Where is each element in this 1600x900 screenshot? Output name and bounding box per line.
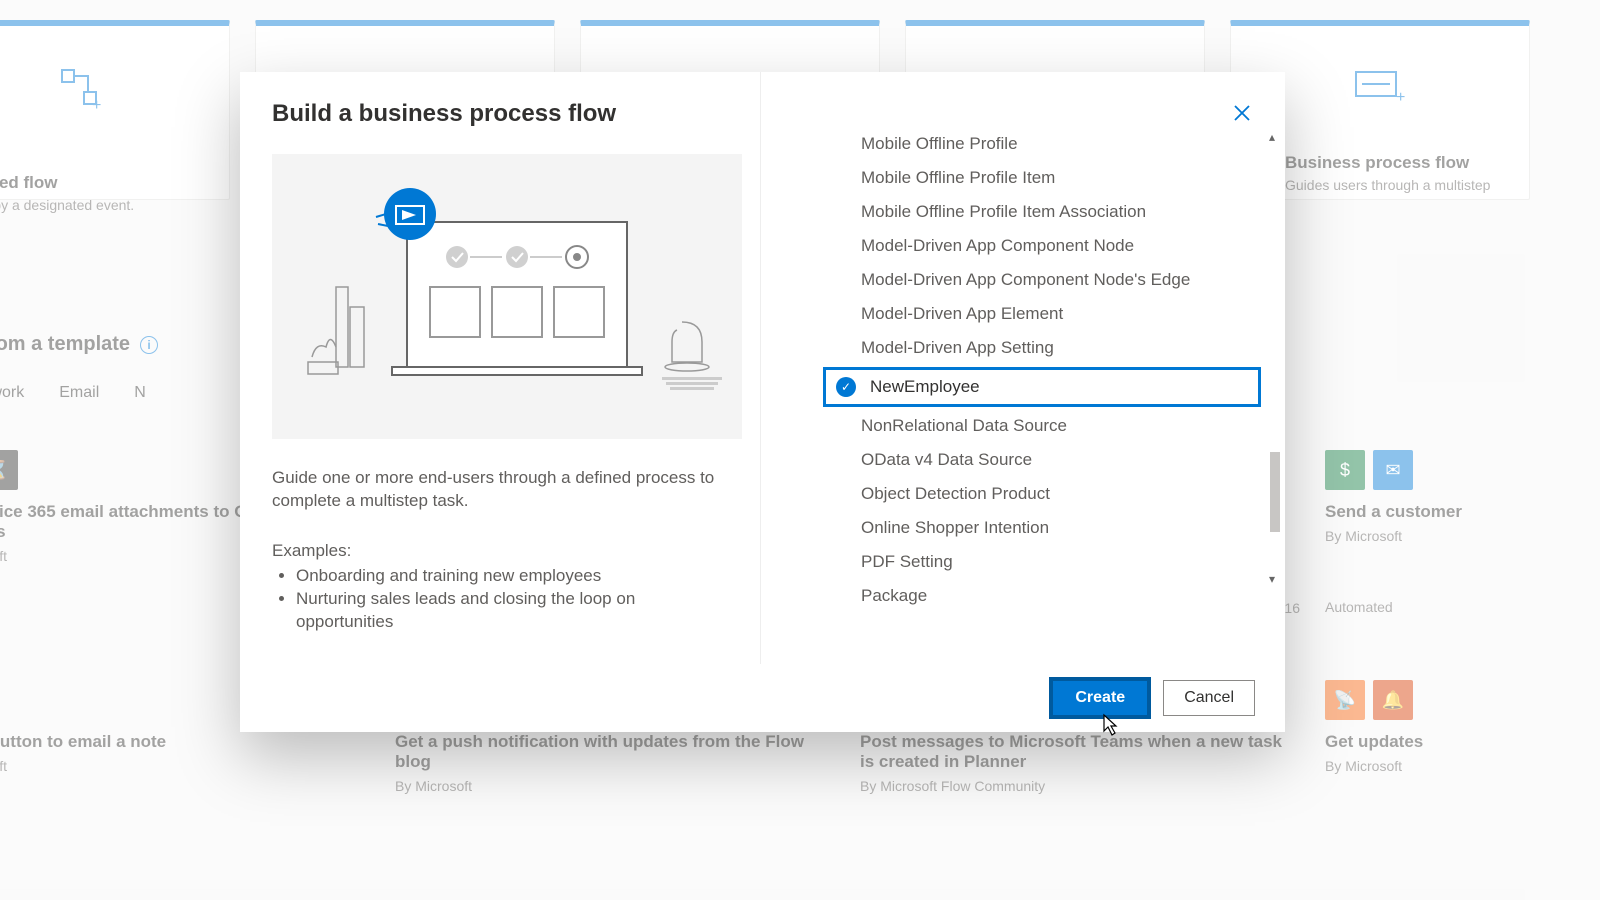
cursor-icon	[1100, 713, 1120, 742]
entity-item[interactable]: Model-Driven App Element	[821, 297, 1263, 331]
entity-item[interactable]: PDF Setting	[821, 545, 1263, 579]
build-bpf-modal: Build a business process flow	[240, 72, 1285, 732]
entity-item[interactable]: Mobile Offline Profile Item Association	[821, 195, 1263, 229]
entity-list[interactable]: Mobile Offline ProfileMobile Offline Pro…	[821, 127, 1263, 642]
examples-header: Examples:	[272, 541, 728, 561]
example-item-2: Nurturing sales leads and closing the lo…	[296, 588, 728, 634]
entity-item[interactable]: Model-Driven App Component Node	[821, 229, 1263, 263]
example-item-1: Onboarding and training new employees	[296, 565, 728, 588]
entity-item[interactable]: Package	[821, 579, 1263, 613]
scrollbar-thumb[interactable]	[1270, 452, 1280, 532]
entity-item[interactable]: OData v4 Data Source	[821, 443, 1263, 477]
entity-item[interactable]: ✓ NewEmployee	[823, 367, 1261, 407]
entity-item[interactable]: Object Detection Product	[821, 477, 1263, 511]
entity-item[interactable]: Model-Driven App Component Node's Edge	[821, 263, 1263, 297]
cancel-button[interactable]: Cancel	[1163, 680, 1255, 716]
scroll-down-arrow-icon[interactable]: ▾	[1265, 572, 1279, 586]
entity-item[interactable]: Mobile Offline Profile Item	[821, 161, 1263, 195]
check-icon: ✓	[836, 377, 856, 397]
entity-item[interactable]: NonRelational Data Source	[821, 409, 1263, 443]
entity-item[interactable]: Mobile Offline Profile	[821, 127, 1263, 161]
examples-list: Onboarding and training new employees Nu…	[272, 565, 728, 634]
bpf-illustration	[272, 154, 742, 439]
entity-item[interactable]: Model-Driven App Setting	[821, 331, 1263, 365]
modal-title: Build a business process flow	[272, 100, 728, 128]
modal-description: Guide one or more end-users through a de…	[272, 467, 728, 513]
entity-label: NewEmployee	[870, 377, 980, 397]
scroll-up-arrow-icon[interactable]: ▴	[1265, 130, 1279, 144]
entity-item[interactable]: Online Shopper Intention	[821, 511, 1263, 545]
